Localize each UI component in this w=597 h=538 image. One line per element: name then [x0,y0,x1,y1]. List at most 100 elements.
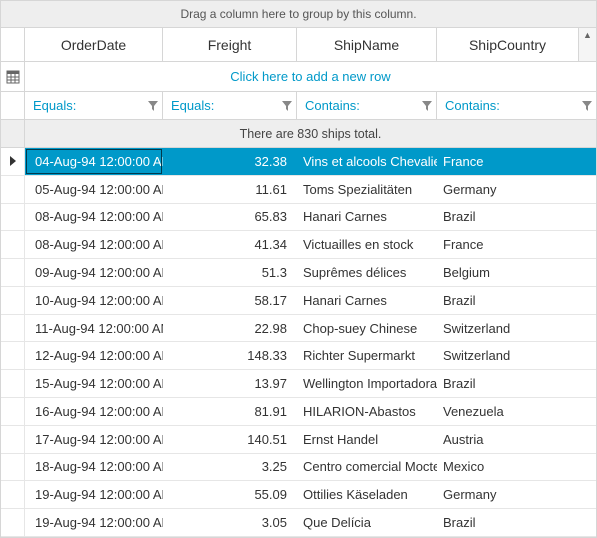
table-row[interactable]: 08-Aug-94 12:00:00 AM41.34Victuailles en… [1,231,596,259]
cell-orderdate[interactable]: 11-Aug-94 12:00:00 AM [25,315,163,342]
cell-shipname[interactable]: Wellington Importadora [297,370,437,397]
table-row[interactable]: 17-Aug-94 12:00:00 AM140.51Ernst HandelA… [1,426,596,454]
cell-freight[interactable]: 55.09 [163,481,297,508]
cell-freight[interactable]: 65.83 [163,204,297,231]
cell-shipname[interactable]: Que Delícia [297,509,437,536]
cell-shipcountry[interactable]: Austria [437,426,596,453]
cell-orderdate[interactable]: 08-Aug-94 12:00:00 AM [25,204,163,231]
cell-freight[interactable]: 51.3 [163,259,297,286]
filter-cell-orderdate[interactable]: Equals: [25,92,163,119]
cell-freight[interactable]: 148.33 [163,342,297,369]
cell-orderdate[interactable]: 10-Aug-94 12:00:00 AM [25,287,163,314]
cell-shipcountry[interactable]: France [437,231,596,258]
table-row[interactable]: 19-Aug-94 12:00:00 AM55.09Ottilies Käsel… [1,481,596,509]
cell-shipname[interactable]: Richter Supermarkt [297,342,437,369]
cell-orderdate[interactable]: 19-Aug-94 12:00:00 AM [25,481,163,508]
filter-icon[interactable] [422,101,432,111]
row-indicator [1,370,25,397]
cell-freight[interactable]: 11.61 [163,176,297,203]
cell-freight[interactable]: 22.98 [163,315,297,342]
table-row[interactable]: 15-Aug-94 12:00:00 AM13.97Wellington Imp… [1,370,596,398]
filter-icon[interactable] [148,101,158,111]
table-row[interactable]: 10-Aug-94 12:00:00 AM58.17Hanari CarnesB… [1,287,596,315]
filter-cell-freight[interactable]: Equals: [163,92,297,119]
table-row[interactable]: 04-Aug-94 12:00:00 AM32.38Vins et alcool… [1,148,596,176]
cell-freight[interactable]: 13.97 [163,370,297,397]
row-indicator [1,148,25,175]
table-row[interactable]: 19-Aug-94 12:00:00 AM3.05Que DelíciaBraz… [1,509,596,537]
filter-icon[interactable] [582,101,592,111]
cell-shipcountry[interactable]: Brazil [437,204,596,231]
table-row[interactable]: 16-Aug-94 12:00:00 AM81.91HILARION-Abast… [1,398,596,426]
cell-shipcountry[interactable]: Belgium [437,259,596,286]
cell-shipname[interactable]: Chop-suey Chinese [297,315,437,342]
data-rows-container: 04-Aug-94 12:00:00 AM32.38Vins et alcool… [1,148,596,537]
cell-orderdate[interactable]: 09-Aug-94 12:00:00 AM [25,259,163,286]
table-row[interactable]: 12-Aug-94 12:00:00 AM148.33Richter Super… [1,342,596,370]
cell-orderdate[interactable]: 12-Aug-94 12:00:00 AM [25,342,163,369]
cell-shipcountry[interactable]: Brazil [437,287,596,314]
cell-shipname[interactable]: Toms Spezialitäten [297,176,437,203]
cell-shipname[interactable]: Ernst Handel [297,426,437,453]
table-row[interactable]: 09-Aug-94 12:00:00 AM51.3Suprêmes délice… [1,259,596,287]
summary-row: There are 830 ships total. [1,120,596,148]
column-header-shipcountry[interactable]: ShipCountry [437,28,578,61]
table-row[interactable]: 18-Aug-94 12:00:00 AM3.25Centro comercia… [1,454,596,482]
cell-orderdate[interactable]: 15-Aug-94 12:00:00 AM [25,370,163,397]
cell-shipname[interactable]: Victuailles en stock [297,231,437,258]
row-indicator [1,259,25,286]
calendar-icon [6,70,20,84]
table-row[interactable]: 05-Aug-94 12:00:00 AM11.61Toms Spezialit… [1,176,596,204]
column-header-shipname[interactable]: ShipName [297,28,437,61]
cell-freight[interactable]: 3.25 [163,454,297,481]
cell-orderdate[interactable]: 08-Aug-94 12:00:00 AM [25,231,163,258]
cell-orderdate[interactable]: 17-Aug-94 12:00:00 AM [25,426,163,453]
filter-cell-shipcountry[interactable]: Contains: [437,92,596,119]
filter-row: Equals: Equals: Contains: Contains: [1,92,596,120]
summary-indicator [1,120,25,147]
cell-freight[interactable]: 81.91 [163,398,297,425]
table-row[interactable]: 11-Aug-94 12:00:00 AM22.98Chop-suey Chin… [1,315,596,343]
cell-shipname[interactable]: HILARION-Abastos [297,398,437,425]
cell-shipcountry[interactable]: Venezuela [437,398,596,425]
cell-shipname[interactable]: Vins et alcools Chevalier [297,148,437,175]
add-new-row-link[interactable]: Click here to add a new row [25,62,596,91]
scroll-up-button[interactable]: ▲ [578,28,596,61]
current-row-icon [10,156,16,166]
cell-freight[interactable]: 140.51 [163,426,297,453]
filter-cell-shipname[interactable]: Contains: [297,92,437,119]
cell-orderdate[interactable]: 05-Aug-94 12:00:00 AM [25,176,163,203]
cell-orderdate[interactable]: 04-Aug-94 12:00:00 AM [25,148,163,175]
add-row-indicator [1,62,25,91]
cell-freight[interactable]: 58.17 [163,287,297,314]
cell-shipcountry[interactable]: Brazil [437,509,596,536]
row-indicator [1,454,25,481]
group-by-panel[interactable]: Drag a column here to group by this colu… [1,1,596,28]
cell-freight[interactable]: 3.05 [163,509,297,536]
cell-shipname[interactable]: Hanari Carnes [297,287,437,314]
cell-shipcountry[interactable]: Switzerland [437,342,596,369]
column-header-orderdate[interactable]: OrderDate [25,28,163,61]
cell-shipcountry[interactable]: Switzerland [437,315,596,342]
row-indicator [1,398,25,425]
cell-freight[interactable]: 41.34 [163,231,297,258]
filter-icon[interactable] [282,101,292,111]
cell-freight[interactable]: 32.38 [163,148,297,175]
column-header-freight[interactable]: Freight [163,28,297,61]
cell-orderdate[interactable]: 19-Aug-94 12:00:00 AM [25,509,163,536]
cell-shipname[interactable]: Ottilies Käseladen [297,481,437,508]
cell-shipcountry[interactable]: Germany [437,176,596,203]
table-row[interactable]: 08-Aug-94 12:00:00 AM65.83Hanari CarnesB… [1,204,596,232]
cell-shipname[interactable]: Suprêmes délices [297,259,437,286]
cell-orderdate[interactable]: 16-Aug-94 12:00:00 AM [25,398,163,425]
cell-shipname[interactable]: Centro comercial Mocte... [297,454,437,481]
cell-shipcountry[interactable]: Brazil [437,370,596,397]
cell-shipcountry[interactable]: Mexico [437,454,596,481]
cell-shipcountry[interactable]: France [437,148,596,175]
row-indicator [1,509,25,536]
cell-orderdate[interactable]: 18-Aug-94 12:00:00 AM [25,454,163,481]
cell-shipcountry[interactable]: Germany [437,481,596,508]
row-indicator [1,287,25,314]
cell-shipname[interactable]: Hanari Carnes [297,204,437,231]
row-indicator [1,204,25,231]
